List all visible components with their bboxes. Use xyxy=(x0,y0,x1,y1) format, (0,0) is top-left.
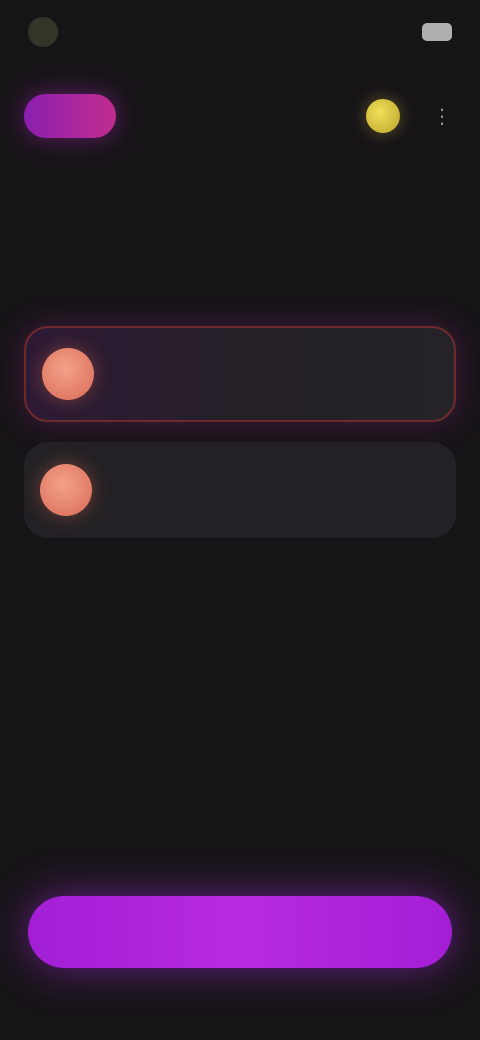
screen: ⋮ xyxy=(0,0,480,1040)
brand-badge[interactable] xyxy=(24,94,116,138)
more-icon[interactable]: ⋮ xyxy=(428,102,456,130)
status-right xyxy=(412,23,452,41)
battery-icon xyxy=(422,23,452,41)
continue-button[interactable] xyxy=(28,896,452,968)
avatar xyxy=(40,464,92,516)
option-card-2[interactable] xyxy=(24,442,456,538)
top-bar: ⋮ xyxy=(24,92,456,140)
top-right: ⋮ xyxy=(366,99,456,133)
avatar xyxy=(42,348,94,400)
status-bar xyxy=(28,14,452,50)
notification-icon xyxy=(28,17,58,47)
option-text xyxy=(112,370,434,378)
status-left xyxy=(28,17,68,47)
option-text xyxy=(110,486,436,494)
coin-icon[interactable] xyxy=(366,99,400,133)
option-card-1[interactable] xyxy=(24,326,456,422)
heading xyxy=(28,162,452,178)
